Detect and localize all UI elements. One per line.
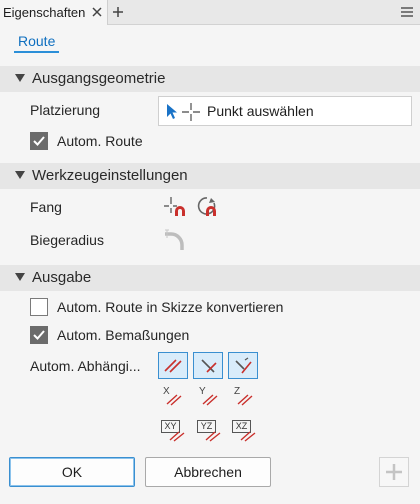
subtab-route[interactable]: Route — [14, 33, 60, 53]
section-title: Ausgabe — [32, 269, 92, 286]
menu-icon[interactable] — [400, 6, 414, 18]
tab-eigenschaften[interactable]: Eigenschaften — [0, 0, 108, 25]
section-ausgabe[interactable]: Ausgabe — [0, 265, 420, 291]
perpendicular-constraint-button[interactable] — [193, 352, 223, 379]
plane-xy-constraint[interactable]: XY — [161, 420, 185, 442]
auto-dims-checkbox[interactable] — [30, 326, 48, 344]
close-icon[interactable] — [91, 6, 103, 18]
parallel-lines-icon — [202, 394, 218, 406]
axis-z-constraint[interactable]: Z — [233, 386, 255, 406]
bend-radius-icon[interactable] — [163, 229, 185, 251]
parallel-lines-icon — [169, 431, 185, 442]
cancel-button[interactable]: Abbrechen — [145, 457, 271, 487]
placement-label: Platzierung — [30, 102, 101, 118]
parallel-lines-icon — [240, 431, 256, 442]
auto-route-label: Autom. Route — [57, 133, 143, 149]
angle-constraint-icon — [235, 357, 252, 374]
angle-constraint-button[interactable] — [228, 352, 258, 379]
snap-rotate-icon[interactable] — [196, 195, 220, 219]
parallel-lines-icon — [237, 394, 253, 406]
auto-dims-label: Autom. Bemaßungen — [57, 327, 190, 343]
axis-y-constraint[interactable]: Y — [198, 386, 220, 406]
parallel-lines-icon — [205, 431, 221, 442]
plus-icon — [386, 464, 402, 480]
section-title: Ausgangsgeometrie — [32, 70, 166, 87]
section-title: Werkzeugeinstellungen — [32, 167, 188, 184]
ok-button[interactable]: OK — [9, 457, 135, 487]
parallel-constraint-icon — [164, 359, 182, 373]
tab-label: Eigenschaften — [3, 5, 86, 20]
cursor-icon — [167, 104, 177, 119]
perpendicular-constraint-icon — [201, 359, 217, 373]
section-werkzeugeinstellungen[interactable]: Werkzeugeinstellungen — [0, 163, 420, 189]
plane-yz-constraint[interactable]: YZ — [197, 420, 221, 442]
collapse-caret-icon — [15, 171, 25, 179]
add-button[interactable] — [379, 457, 409, 487]
plane-xz-constraint[interactable]: XZ — [232, 420, 256, 442]
parallel-constraint-button[interactable] — [158, 352, 188, 379]
checkmark-icon — [33, 136, 45, 146]
collapse-caret-icon — [15, 273, 25, 281]
convert-sketch-checkbox[interactable] — [30, 298, 48, 316]
snap-label: Fang — [30, 199, 62, 215]
convert-sketch-label: Autom. Route in Skizze konvertieren — [57, 299, 284, 315]
auto-route-checkbox[interactable] — [30, 132, 48, 150]
checkmark-icon — [33, 330, 45, 340]
tab-bar: Eigenschaften — [0, 0, 420, 25]
auto-constraints-label: Autom. Abhängi... — [30, 358, 141, 374]
collapse-caret-icon — [15, 74, 25, 82]
pick-text: Punkt auswählen — [207, 103, 314, 119]
crosshair-icon — [182, 103, 200, 121]
add-tab-icon[interactable] — [112, 6, 124, 18]
parallel-lines-icon — [166, 394, 182, 406]
placement-pick-field[interactable]: Punkt auswählen — [158, 96, 412, 126]
axis-x-constraint[interactable]: X — [162, 386, 184, 406]
bend-radius-label: Biegeradius — [30, 232, 104, 248]
section-ausgangsgeometrie[interactable]: Ausgangsgeometrie — [0, 66, 420, 92]
snap-point-icon[interactable] — [163, 196, 187, 218]
